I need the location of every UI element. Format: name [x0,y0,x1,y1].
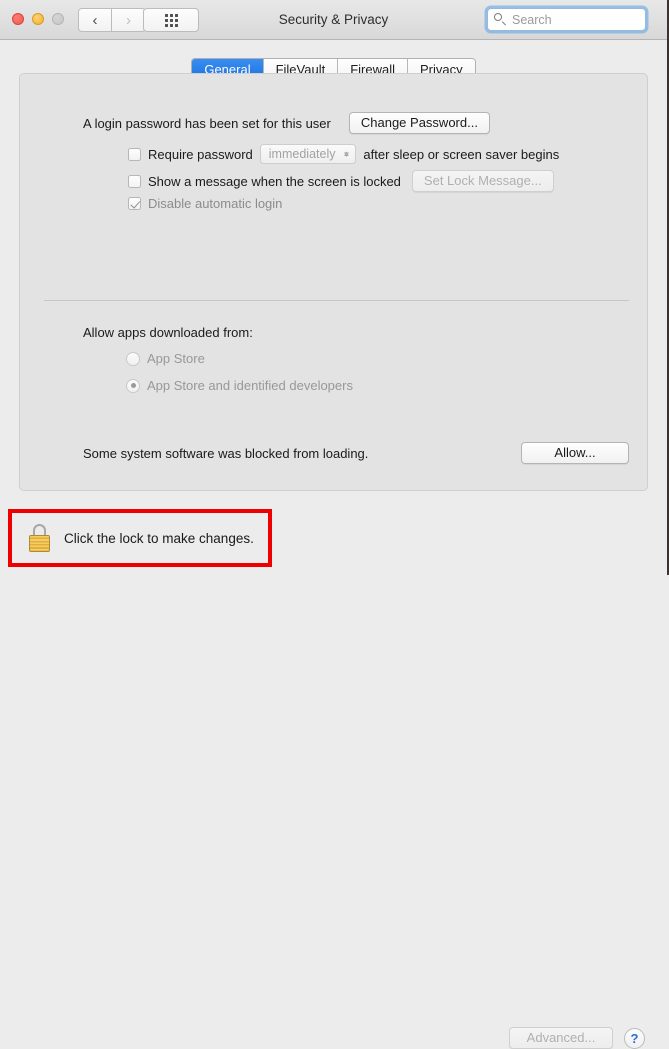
window-titlebar: ‹ › Security & Privacy Search [0,0,667,40]
disable-auto-login-checkbox [128,197,141,210]
require-password-checkbox[interactable] [128,147,141,161]
forward-button: › [112,8,146,32]
allow-apps-option-app-store: App Store [126,351,205,366]
minimize-window-button[interactable] [32,13,44,25]
app-store-label: App Store [147,351,205,366]
zoom-window-button [52,13,64,25]
allow-button[interactable]: Allow... [521,442,629,464]
app-store-radio [126,351,140,366]
password-delay-value: immediately [268,147,336,161]
require-password-label: Require password [148,146,253,162]
general-pane: A login password has been set for this u… [19,73,648,491]
search-input[interactable]: Search [512,13,552,27]
grid-dots-icon [164,13,178,27]
login-password-row: A login password has been set for this u… [83,112,490,134]
security-privacy-window: ‹ › Security & Privacy Search General Fi… [0,0,669,1049]
advanced-button: Advanced... [509,1027,613,1049]
chevron-left-icon: ‹ [92,11,98,29]
search-field[interactable]: Search [487,8,646,31]
disable-auto-login-label: Disable automatic login [148,196,283,211]
password-delay-popup[interactable]: immediately ▲ ▼ [259,144,357,164]
navigation-buttons: ‹ › [78,8,146,32]
require-password-suffix: after sleep or screen saver begins [363,146,560,162]
show-all-button[interactable] [143,8,199,32]
annotation-highlight-rect [8,509,272,567]
traffic-lights [12,13,64,25]
require-password-row: Require password immediately ▲ ▼ after sl… [128,144,559,164]
section-divider [44,300,629,301]
change-password-button[interactable]: Change Password... [348,112,490,134]
blocked-software-label: Some system software was blocked from lo… [83,445,369,461]
close-window-button[interactable] [12,13,24,25]
allow-apps-option-identified-developers: App Store and identified developers [126,378,353,393]
identified-developers-radio [126,378,140,393]
search-icon [494,13,507,26]
allow-apps-title: Allow apps downloaded from: [83,325,253,340]
chevron-right-icon: › [126,11,131,29]
chevron-updown-icon: ▲ ▼ [342,148,351,159]
password-status-label: A login password has been set for this u… [83,115,331,131]
blocked-software-row: Some system software was blocked from lo… [83,442,629,464]
back-button[interactable]: ‹ [78,8,112,32]
identified-developers-label: App Store and identified developers [147,378,353,393]
footer-actions: Advanced... ? [509,1027,645,1049]
show-lock-message-row: Show a message when the screen is locked… [128,170,554,192]
set-lock-message-button: Set Lock Message... [411,170,554,192]
help-button[interactable]: ? [624,1027,645,1049]
disable-auto-login-row: Disable automatic login [128,196,282,211]
show-lock-message-checkbox[interactable] [128,174,141,188]
show-lock-message-label: Show a message when the screen is locked [148,173,401,189]
